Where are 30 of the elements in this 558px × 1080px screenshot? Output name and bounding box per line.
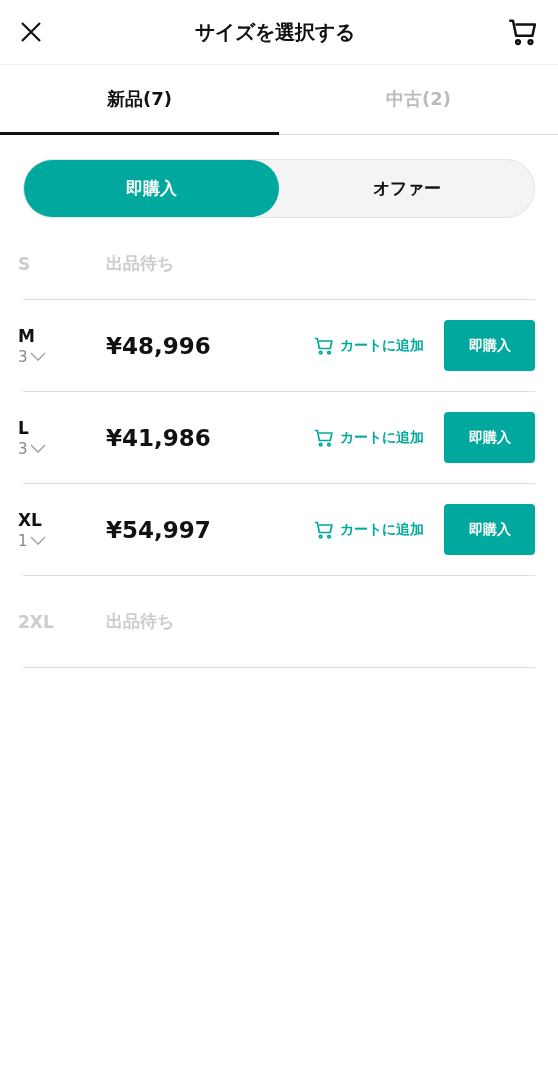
buy-now-button[interactable]: 即購入: [444, 412, 535, 463]
chevron-icon: [29, 535, 46, 546]
toggle-option[interactable]: オファー: [279, 160, 534, 217]
size-label: XL: [18, 509, 43, 530]
buy-now-button[interactable]: 即購入: [444, 504, 535, 555]
size-label: L: [18, 417, 30, 438]
toggle-option[interactable]: 即購入: [24, 160, 279, 217]
cart-button[interactable]: [508, 17, 538, 47]
quantity-dropdown[interactable]: 3: [18, 347, 106, 366]
add-to-cart-link[interactable]: カートに追加: [314, 335, 424, 356]
cart-icon: [508, 17, 538, 47]
close-icon: [20, 21, 42, 43]
price: ¥54,997: [106, 516, 212, 543]
add-to-cart-link[interactable]: カートに追加: [314, 427, 424, 448]
price: ¥48,996: [106, 332, 212, 359]
condition-tab[interactable]: 新品(7): [0, 65, 279, 135]
buy-now-button[interactable]: 即購入: [444, 320, 535, 371]
quantity-dropdown[interactable]: 3: [18, 439, 106, 458]
page-title: サイズを選択する: [195, 18, 355, 46]
add-to-cart-link[interactable]: カートに追加: [314, 519, 424, 540]
chevron-icon: [29, 443, 46, 454]
price: ¥41,986: [106, 424, 212, 451]
size-label: M: [18, 325, 36, 346]
cart-icon: [314, 519, 334, 540]
close-button[interactable]: [20, 21, 42, 43]
condition-tab[interactable]: 中古(2): [279, 65, 558, 135]
quantity-dropdown[interactable]: 1: [18, 531, 106, 550]
chevron-icon: [29, 351, 46, 362]
cart-icon: [314, 427, 334, 448]
cart-icon: [314, 335, 334, 356]
